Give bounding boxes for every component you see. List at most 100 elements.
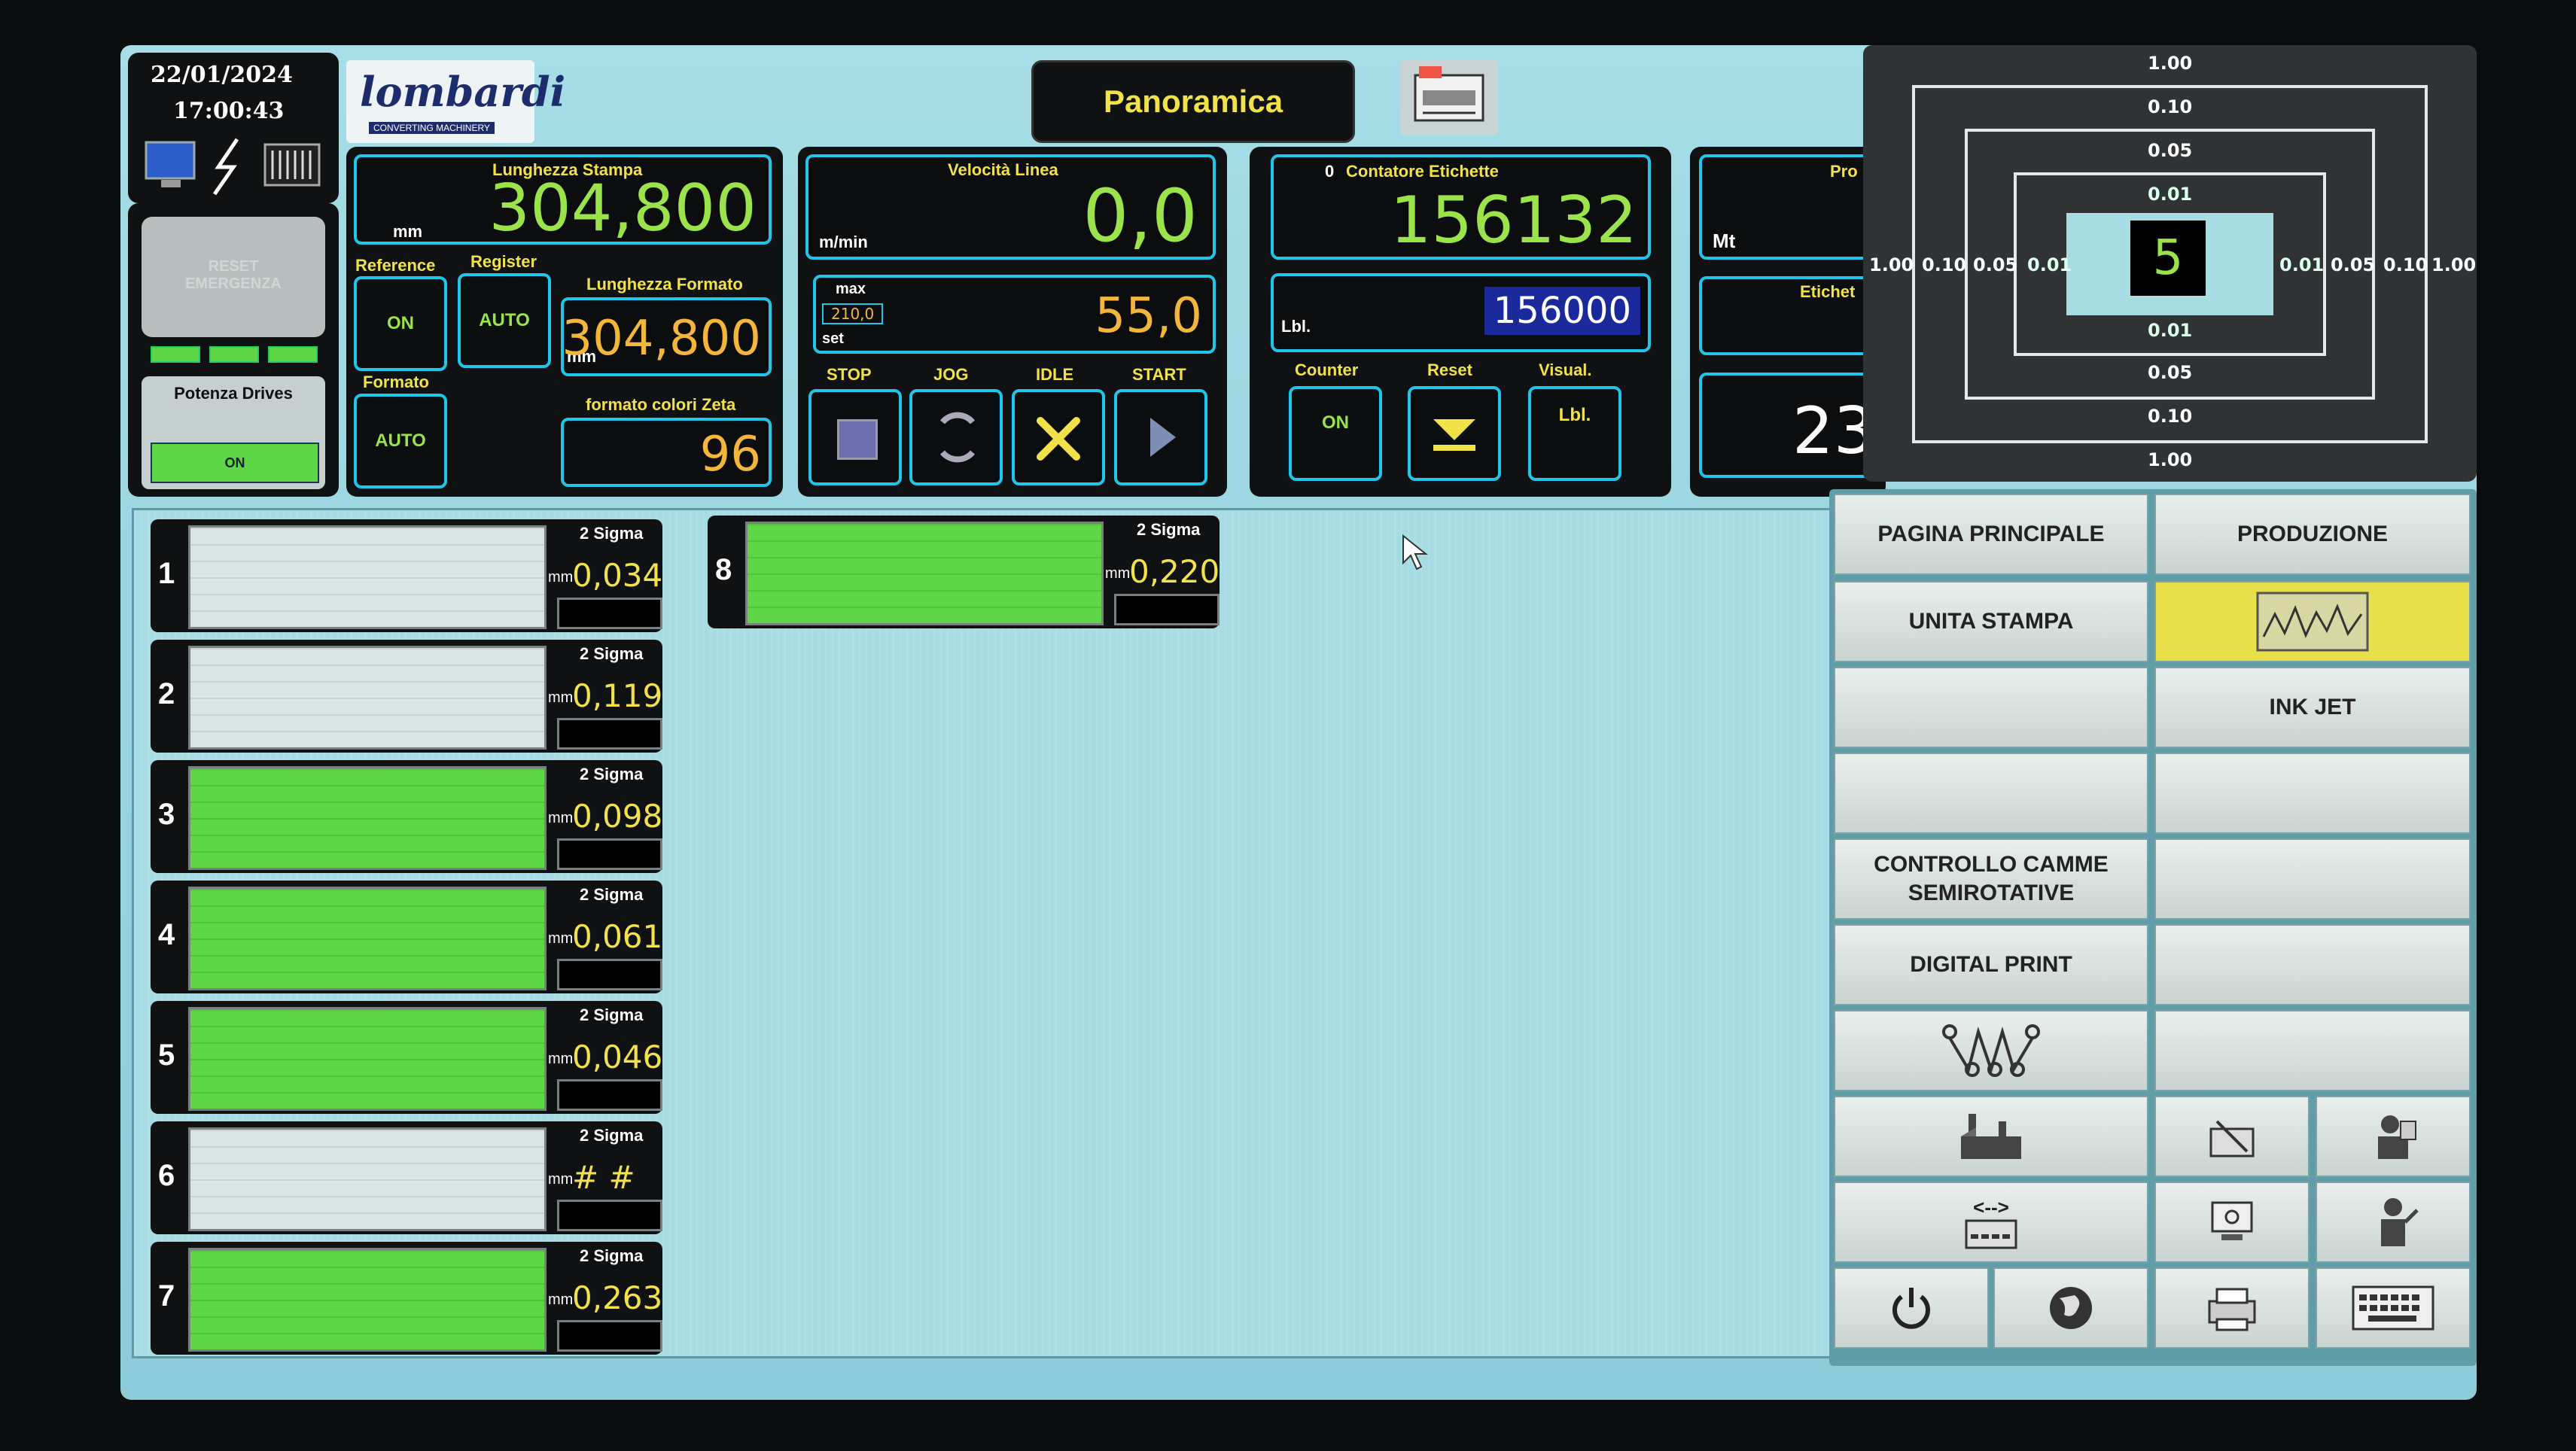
visual-toggle[interactable]: Lbl. bbox=[1528, 386, 1621, 481]
web-rollers-icon bbox=[1942, 1024, 2040, 1077]
formato-colori-value: 96 bbox=[699, 427, 761, 482]
menu-ink-jet[interactable]: INK JET bbox=[2154, 667, 2471, 748]
reference-label: Reference bbox=[355, 256, 436, 275]
gauge-unit: mm bbox=[548, 689, 574, 706]
menu-printer[interactable] bbox=[2154, 1267, 2310, 1349]
gauge-bar bbox=[188, 1007, 547, 1111]
menu-unita-stampa[interactable]: UNITA STAMPA bbox=[1834, 581, 2148, 662]
formato-toggle[interactable]: AUTO bbox=[354, 394, 447, 488]
lunghezza-stampa-box: Lunghezza Stampa mm 304,800 bbox=[354, 154, 772, 246]
gauge-unit-1[interactable]: 1 2 Sigma mm 0,034 bbox=[151, 519, 662, 632]
gauge-sigma-label: 2 Sigma bbox=[580, 1005, 644, 1024]
reset-emergency-button[interactable]: RESET EMERGENZA bbox=[142, 217, 325, 337]
idle-label: IDLE bbox=[1036, 365, 1074, 384]
velocita-value: 0,0 bbox=[1082, 174, 1198, 258]
gauge-sigma-label: 2 Sigma bbox=[580, 885, 644, 904]
potenza-drives-label: Potenza Drives bbox=[174, 384, 293, 403]
gauge-unit: mm bbox=[548, 1291, 574, 1308]
printer-machine-icon[interactable] bbox=[1400, 60, 1498, 135]
velocita-panel: Velocità Linea m/min 0,0 max 210,0 set 5… bbox=[798, 147, 1227, 497]
menu-blank-6[interactable] bbox=[2154, 1010, 2471, 1091]
menu-language[interactable] bbox=[1993, 1267, 2148, 1349]
gauge-number: 4 bbox=[158, 918, 175, 951]
mouse-cursor-icon bbox=[1400, 534, 1430, 572]
target-right-2: 0.05 bbox=[2331, 254, 2376, 275]
gauge-unit-2[interactable]: 2 2 Sigma mm 0,119 bbox=[151, 640, 662, 753]
gauge-unit: mm bbox=[548, 1171, 574, 1188]
contatore-target-box: Lbl. 156000 bbox=[1271, 273, 1651, 352]
menu-computer-config[interactable] bbox=[2154, 1182, 2310, 1263]
target-center: 5 bbox=[2066, 213, 2273, 315]
reset-counter-button[interactable] bbox=[1408, 386, 1501, 481]
menu-controllo-camme[interactable]: CONTROLLO CAMME SEMIROTATIVE bbox=[1834, 838, 2148, 920]
gauge-unit-4[interactable]: 4 2 Sigma mm 0,061 bbox=[151, 881, 662, 993]
stop-button[interactable] bbox=[808, 389, 902, 485]
contatore-target[interactable]: 156000 bbox=[1484, 287, 1640, 335]
menu-maintenance[interactable] bbox=[2154, 1096, 2310, 1177]
counter-toggle[interactable]: ON bbox=[1289, 386, 1382, 481]
menu-factory[interactable] bbox=[1834, 1096, 2148, 1177]
gauge-status-box bbox=[557, 718, 662, 750]
menu-digital-print[interactable]: DIGITAL PRINT bbox=[1834, 924, 2148, 1005]
gauge-unit-5[interactable]: 5 2 Sigma mm 0,046 bbox=[151, 1001, 662, 1114]
menu-blank-3[interactable] bbox=[2154, 753, 2471, 834]
formato-colori-label: formato colori Zeta bbox=[586, 395, 736, 414]
lunghezza-panel: Lunghezza Stampa mm 304,800 Reference ON… bbox=[346, 147, 783, 497]
menu-operator[interactable] bbox=[2316, 1096, 2471, 1177]
gauge-value: 0,046 bbox=[572, 1039, 663, 1075]
gauge-unit: mm bbox=[548, 1051, 574, 1067]
gauge-number: 8 bbox=[715, 553, 732, 586]
menu-blank-4[interactable] bbox=[2154, 838, 2471, 920]
gauge-number: 7 bbox=[158, 1279, 175, 1313]
target-top-1: 1.00 bbox=[2148, 53, 2193, 74]
potenza-drives-toggle[interactable]: ON bbox=[151, 443, 319, 483]
gauge-unit-3[interactable]: 3 2 Sigma mm 0,098 bbox=[151, 760, 662, 873]
computer-config-icon bbox=[2211, 1201, 2253, 1240]
partial-mt-label: Mt bbox=[1713, 230, 1736, 252]
start-label: START bbox=[1132, 365, 1186, 384]
date-text: 22/01/2024 bbox=[151, 62, 293, 88]
start-button[interactable] bbox=[1114, 389, 1207, 485]
partial-pro-label: Pro bbox=[1830, 162, 1858, 181]
gauge-value: 0,098 bbox=[572, 798, 663, 835]
menu-blank-2[interactable] bbox=[1834, 753, 2148, 834]
jog-button[interactable] bbox=[909, 389, 1003, 485]
gauge-unit-7[interactable]: 7 2 Sigma mm 0,263 bbox=[151, 1242, 662, 1355]
reference-toggle[interactable]: ON bbox=[354, 276, 447, 371]
gauge-unit: mm bbox=[548, 569, 574, 586]
gauge-status-box bbox=[557, 838, 662, 870]
menu-keyboard[interactable] bbox=[2316, 1267, 2471, 1349]
target-bottom-2: 0.05 bbox=[2148, 362, 2193, 383]
gauge-value: 0,034 bbox=[572, 557, 663, 594]
target-bottom-4: 1.00 bbox=[2148, 449, 2193, 470]
set-label: set bbox=[822, 330, 844, 347]
target-left-1: 1.00 bbox=[1869, 254, 1914, 275]
gauge-number: 1 bbox=[158, 557, 175, 590]
menu-calculator[interactable]: <--> bbox=[1834, 1182, 2148, 1263]
gauge-unit-8[interactable]: 8 2 Sigma mm 0,220 bbox=[708, 516, 1219, 628]
gauge-value: 0,119 bbox=[572, 677, 663, 714]
menu-panel: PAGINA PRINCIPALE PRODUZIONE UNITA STAMP… bbox=[1829, 489, 2477, 1366]
waveform-icon bbox=[2256, 592, 2369, 652]
set-value[interactable]: 55,0 bbox=[1095, 288, 1203, 344]
hmi-screen: 22/01/2024 17:00:43 lombardi CONVERTING … bbox=[120, 45, 2477, 1400]
register-toggle[interactable]: AUTO bbox=[458, 273, 551, 368]
menu-graph-button[interactable] bbox=[2154, 581, 2471, 662]
lbl-label: Lbl. bbox=[1281, 317, 1311, 336]
gauge-sigma-label: 2 Sigma bbox=[1137, 520, 1201, 539]
menu-produzione[interactable]: PRODUZIONE bbox=[2154, 494, 2471, 575]
gauge-sigma-label: 2 Sigma bbox=[580, 524, 644, 543]
menu-power[interactable] bbox=[1834, 1267, 1989, 1349]
menu-technician[interactable] bbox=[2316, 1182, 2471, 1263]
gauge-sigma-label: 2 Sigma bbox=[580, 644, 644, 663]
menu-pagina-principale[interactable]: PAGINA PRINCIPALE bbox=[1834, 494, 2148, 575]
gauge-unit-6[interactable]: 62 Sigmamm# # # # bbox=[151, 1121, 662, 1234]
menu-blank-5[interactable] bbox=[2154, 924, 2471, 1005]
logo-text: lombardi bbox=[360, 68, 566, 116]
menu-web-path[interactable] bbox=[1834, 1010, 2148, 1091]
target-left-2: 0.10 bbox=[1922, 254, 1967, 275]
idle-button[interactable] bbox=[1012, 389, 1105, 485]
contatore-label: Contatore Etichette bbox=[1346, 162, 1499, 181]
menu-blank-1[interactable] bbox=[1834, 667, 2148, 748]
gauge-bar bbox=[188, 646, 547, 750]
